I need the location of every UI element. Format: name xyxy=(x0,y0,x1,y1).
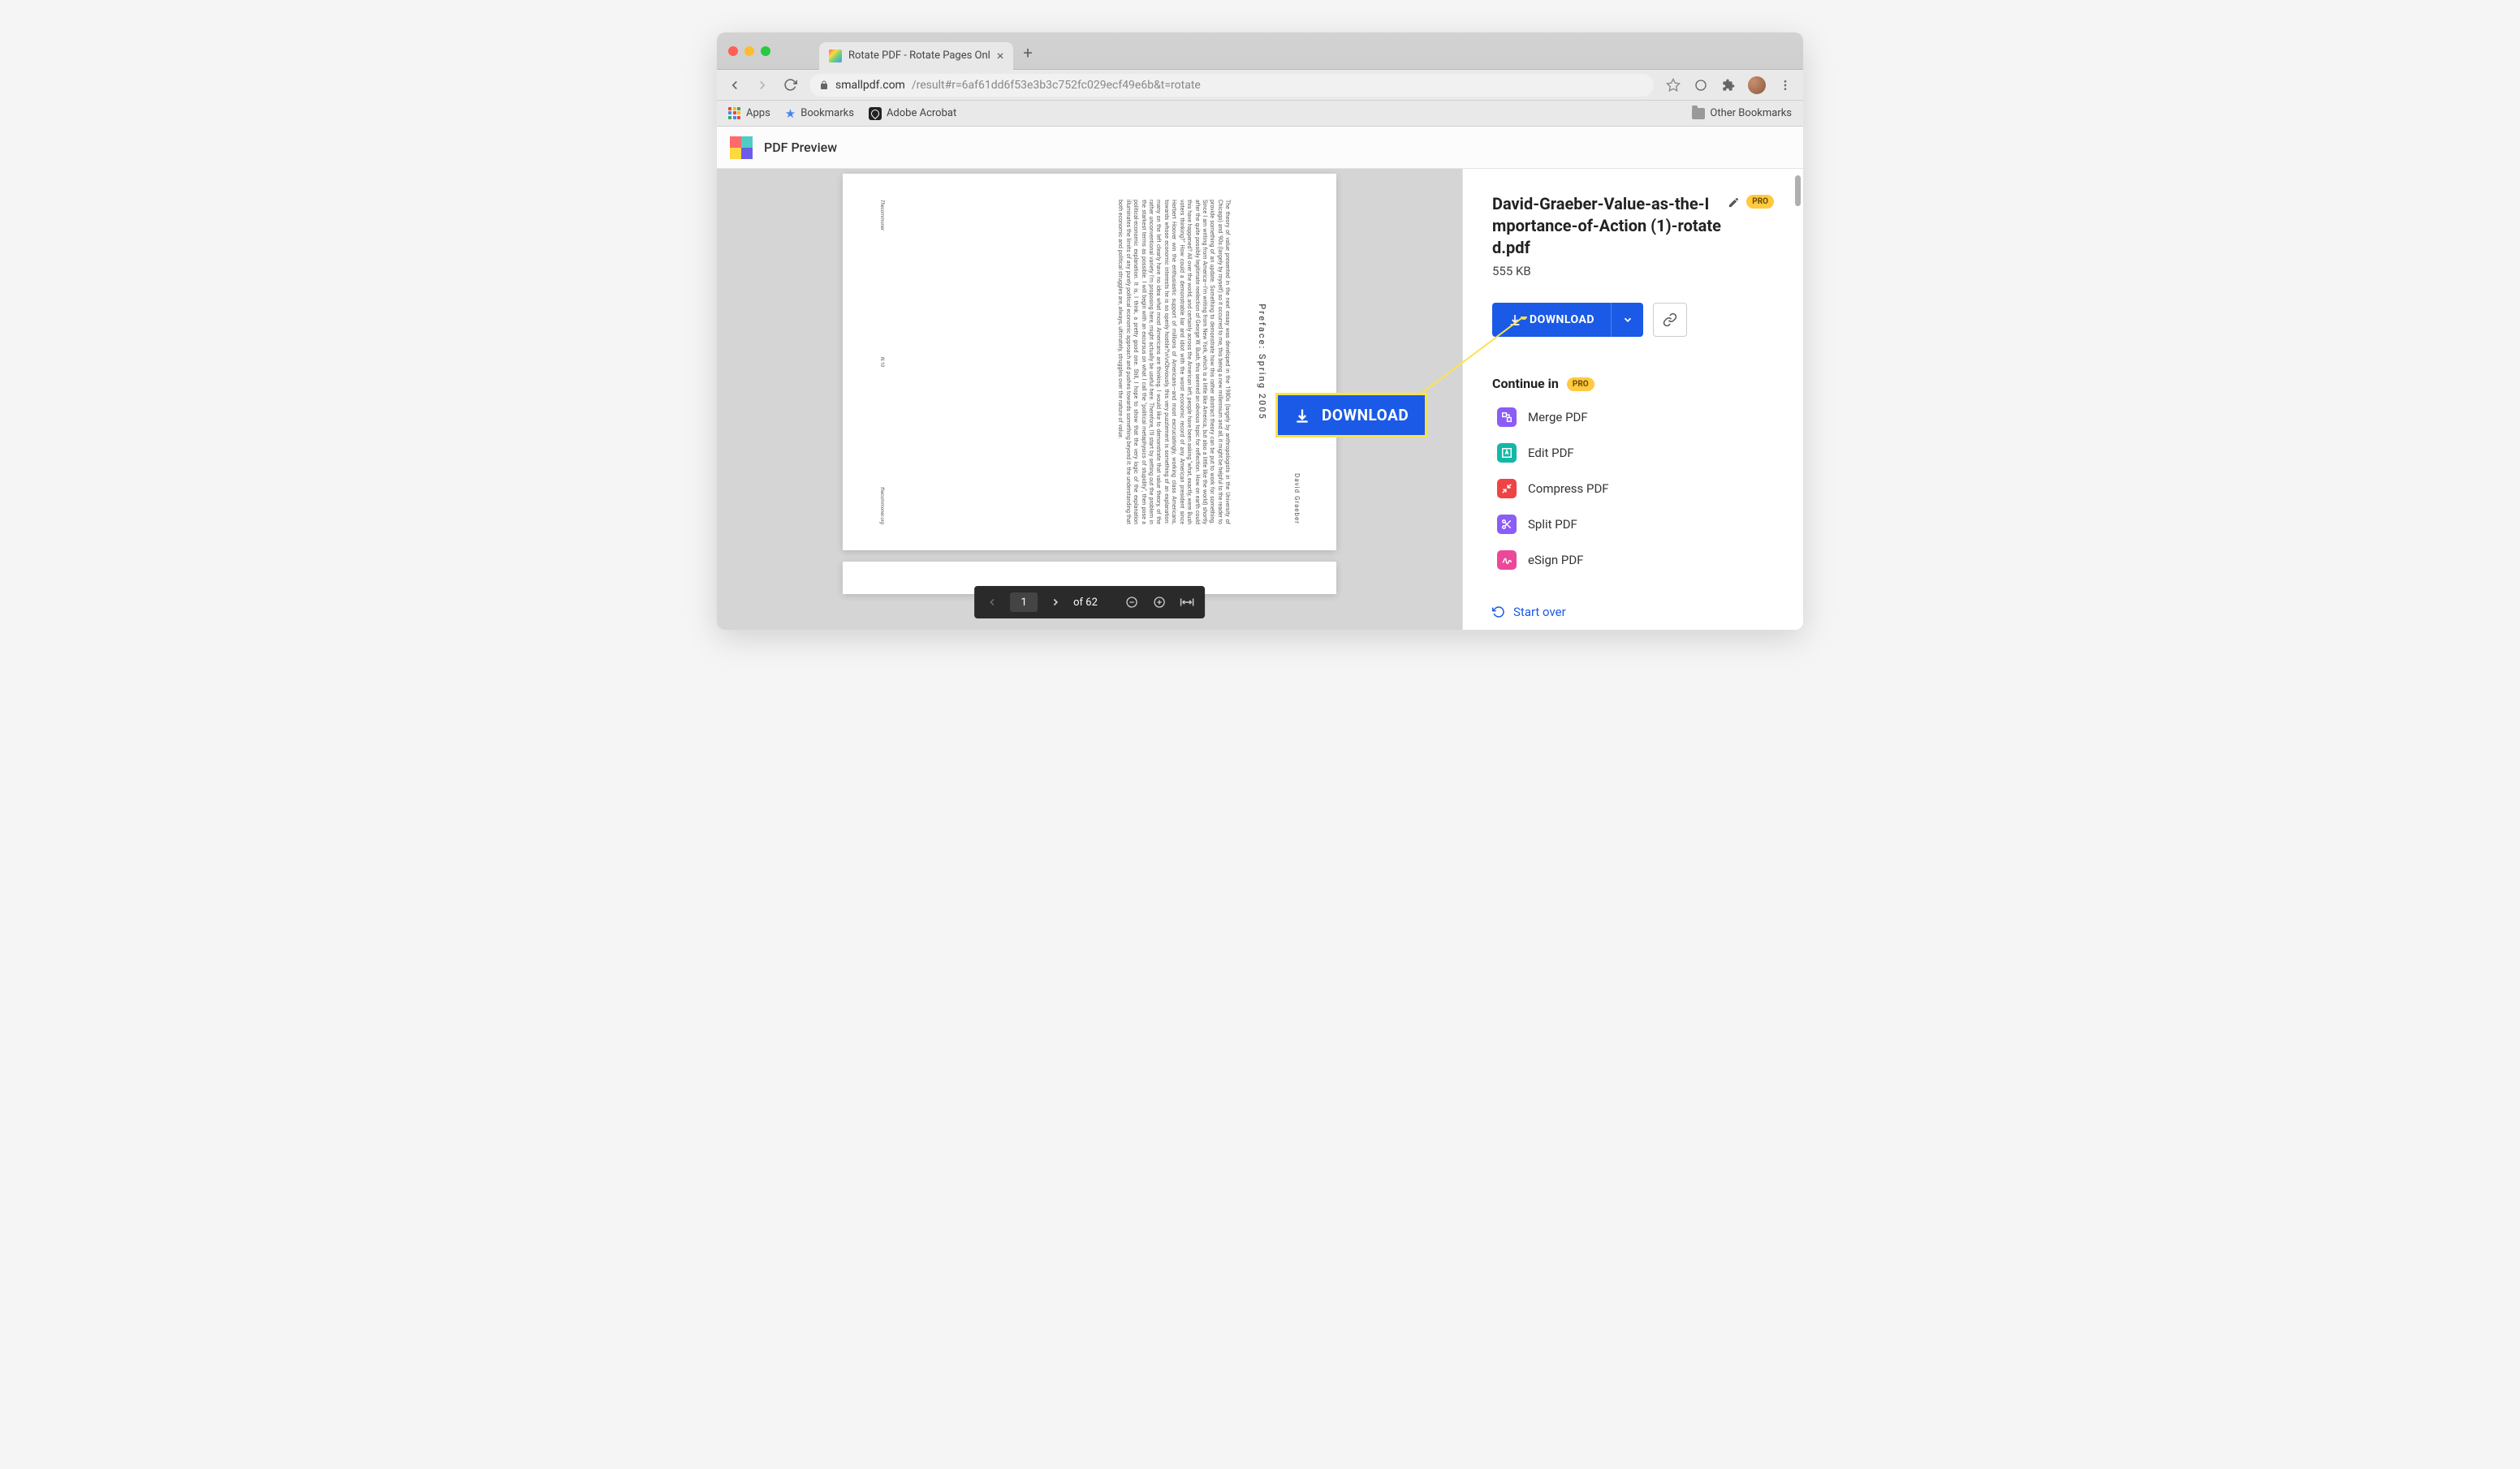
maximize-window-button[interactable] xyxy=(761,46,770,56)
url-path: /result#r=6af61dd6f53e3b3c752fc029ecf49e… xyxy=(912,79,1201,92)
bookmarks-bar: Apps ★ Bookmarks Adobe Acrobat Other Boo… xyxy=(717,101,1803,127)
start-over-button[interactable]: Start over xyxy=(1492,592,1774,619)
bookmark-star-button[interactable] xyxy=(1665,77,1681,93)
address-bar[interactable]: smallpdf.com/result#r=6af61dd6f53e3b3c75… xyxy=(809,74,1654,97)
profile-avatar[interactable] xyxy=(1748,76,1766,94)
other-bookmarks[interactable]: Other Bookmarks xyxy=(1692,107,1792,119)
zoom-in-button[interactable] xyxy=(1150,592,1169,612)
tool-label: eSign PDF xyxy=(1528,553,1584,567)
titlebar: Rotate PDF - Rotate Pages Onl × + xyxy=(717,32,1803,70)
page-controls: of 62 xyxy=(974,586,1205,618)
pro-badge-2: PRO xyxy=(1567,377,1594,391)
app-header: PDF Preview xyxy=(717,127,1803,169)
download-label: DOWNLOAD xyxy=(1530,313,1594,326)
content-area: David Graeber Preface: Spring 2005 The t… xyxy=(717,169,1803,630)
restart-icon xyxy=(1492,605,1505,618)
refresh-extension-button[interactable] xyxy=(1693,77,1709,93)
document-author: David Graeber xyxy=(1292,200,1301,524)
sidebar-scrollbar[interactable] xyxy=(1795,175,1801,206)
back-button[interactable] xyxy=(727,77,743,93)
tool-label: Merge PDF xyxy=(1528,410,1588,424)
tool-label: Split PDF xyxy=(1528,517,1577,532)
split-icon xyxy=(1497,515,1517,534)
bookmarks-label: Bookmarks xyxy=(800,107,854,119)
apps-icon xyxy=(728,107,741,120)
pdf-page-1: David Graeber Preface: Spring 2005 The t… xyxy=(843,174,1336,550)
apps-label: Apps xyxy=(746,107,770,119)
total-pages-label: of 62 xyxy=(1073,597,1098,609)
close-tab-button[interactable]: × xyxy=(997,48,1004,63)
callout-label: DOWNLOAD xyxy=(1322,406,1409,424)
download-icon xyxy=(1294,407,1310,424)
tool-compress-pdf[interactable]: Compress PDF xyxy=(1497,479,1774,498)
filename: David-Graeber-Value-as-the-Importance-of… xyxy=(1492,193,1721,259)
url-host: smallpdf.com xyxy=(835,79,905,92)
edit-icon xyxy=(1497,443,1517,463)
zoom-out-button[interactable] xyxy=(1122,592,1141,612)
bookmarks-shortcut[interactable]: ★ Bookmarks xyxy=(785,106,854,121)
tool-label: Compress PDF xyxy=(1528,481,1609,496)
download-icon xyxy=(1508,313,1521,326)
folder-icon xyxy=(1692,108,1705,119)
apps-shortcut[interactable]: Apps xyxy=(728,107,770,120)
tab-favicon xyxy=(829,50,842,62)
tool-esign-pdf[interactable]: eSign PDF xyxy=(1497,550,1774,570)
acrobat-label: Adobe Acrobat xyxy=(887,107,956,119)
tool-merge-pdf[interactable]: Merge PDF xyxy=(1497,407,1774,427)
footer-center: N.10 xyxy=(878,357,885,367)
download-callout: DOWNLOAD xyxy=(1275,393,1427,437)
new-tab-button[interactable]: + xyxy=(1023,43,1032,62)
page-number-input[interactable] xyxy=(1010,592,1038,612)
prev-page-button[interactable] xyxy=(982,592,1002,612)
next-page-button[interactable] xyxy=(1046,592,1065,612)
compress-icon xyxy=(1497,479,1517,498)
sidebar: David-Graeber-Value-as-the-Importance-of… xyxy=(1462,169,1803,630)
browser-toolbar: smallpdf.com/result#r=6af61dd6f53e3b3c75… xyxy=(717,70,1803,101)
pro-badge: PRO xyxy=(1746,195,1774,209)
download-button[interactable]: DOWNLOAD xyxy=(1492,303,1643,337)
close-window-button[interactable] xyxy=(728,46,738,56)
share-link-button[interactable] xyxy=(1653,303,1687,337)
acrobat-shortcut[interactable]: Adobe Acrobat xyxy=(869,107,956,120)
extensions-button[interactable] xyxy=(1720,77,1737,93)
star-icon: ★ xyxy=(785,106,796,121)
fit-width-button[interactable] xyxy=(1177,592,1197,612)
browser-tab[interactable]: Rotate PDF - Rotate Pages Onl × xyxy=(819,42,1013,70)
download-options-button[interactable] xyxy=(1611,303,1643,337)
filesize: 555 KB xyxy=(1492,264,1774,278)
footer-left: Thecommoner xyxy=(878,200,885,230)
smallpdf-logo[interactable] xyxy=(730,136,753,159)
reload-button[interactable] xyxy=(782,77,798,93)
window-controls xyxy=(728,46,770,56)
start-over-label: Start over xyxy=(1513,605,1566,619)
forward-button[interactable] xyxy=(754,77,770,93)
browser-menu-button[interactable] xyxy=(1777,77,1793,93)
page-title: PDF Preview xyxy=(764,140,837,155)
lock-icon xyxy=(819,80,829,90)
minimize-window-button[interactable] xyxy=(744,46,754,56)
document-heading: Preface: Spring 2005 xyxy=(1255,200,1267,524)
other-bookmarks-label: Other Bookmarks xyxy=(1710,107,1792,119)
tool-split-pdf[interactable]: Split PDF xyxy=(1497,515,1774,534)
tab-title: Rotate PDF - Rotate Pages Onl xyxy=(848,50,990,62)
footer-right: thecommoner.org xyxy=(878,487,885,524)
document-body: The theory of value presented in the nex… xyxy=(1116,200,1232,524)
continue-in-label: Continue in xyxy=(1492,376,1559,391)
tool-edit-pdf[interactable]: Edit PDF xyxy=(1497,443,1774,463)
tool-label: Edit PDF xyxy=(1528,446,1574,460)
rename-button[interactable] xyxy=(1728,196,1740,209)
acrobat-icon xyxy=(869,107,882,120)
browser-window: Rotate PDF - Rotate Pages Onl × + smallp… xyxy=(717,32,1803,630)
merge-icon xyxy=(1497,407,1517,427)
tool-list: Merge PDF Edit PDF Compress PDF xyxy=(1492,407,1774,570)
esign-icon xyxy=(1497,550,1517,570)
